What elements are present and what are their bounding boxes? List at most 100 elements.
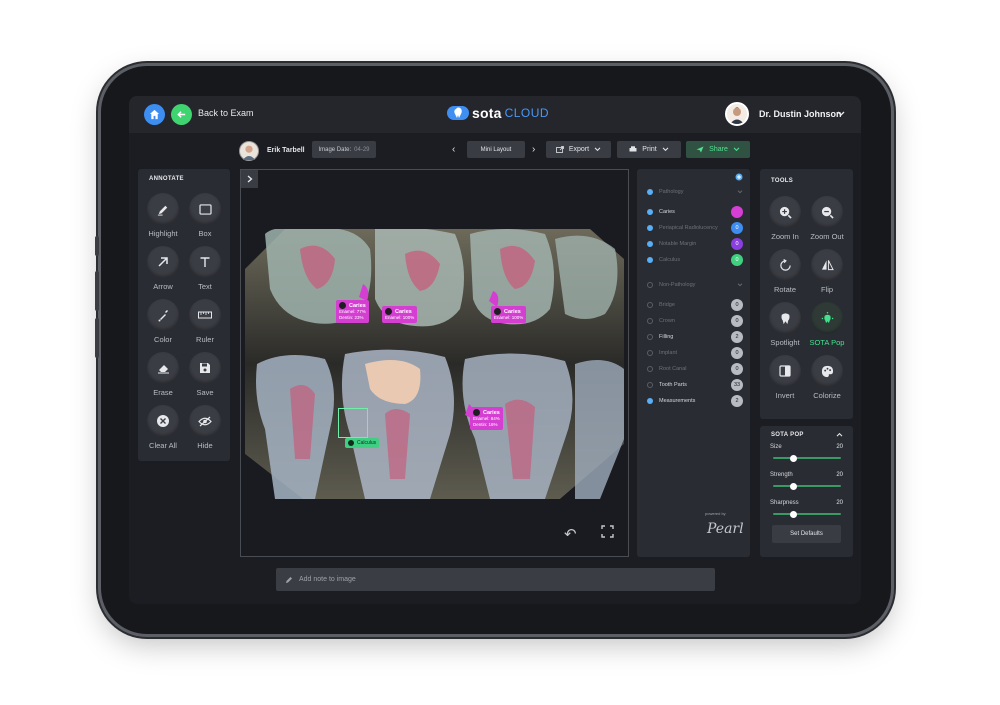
pathology-item[interactable]: Caries: [647, 206, 743, 218]
sharpness-slider[interactable]: [773, 510, 841, 518]
non-pathology-item[interactable]: Implant 0: [647, 347, 743, 359]
spotlight-tool[interactable]: Spotlight: [764, 302, 806, 347]
non-pathology-item[interactable]: Crown 0: [647, 315, 743, 327]
home-button[interactable]: [144, 104, 165, 125]
caries-tag[interactable]: Caries Enamel: 100%: [382, 306, 418, 323]
flip-label: Flip: [820, 285, 834, 294]
logo-word-sota: sota: [472, 105, 502, 121]
ruler-label: Ruler: [196, 335, 214, 344]
caries-tag[interactable]: Caries Enamel: 77% Dentin: 23%: [336, 300, 369, 323]
dental-xray-image[interactable]: [245, 229, 624, 499]
count-badge: 0: [731, 254, 743, 266]
hide-tool[interactable]: Hide: [184, 405, 226, 450]
chevron-up-icon[interactable]: [836, 432, 843, 437]
checkbox[interactable]: [647, 382, 653, 388]
rotate-icon: [779, 258, 791, 271]
size-slider[interactable]: [773, 454, 841, 462]
non-pathology-item[interactable]: Root Canal 0: [647, 363, 743, 375]
pathology-item[interactable]: Periapical Radiolucency 0: [647, 222, 743, 234]
checkbox[interactable]: [647, 334, 653, 340]
pathology-item[interactable]: Calculus 0: [647, 254, 743, 266]
box-tool[interactable]: Box: [184, 193, 226, 238]
annotate-panel: ANNOTATE Highlight Box Arrow Text Color …: [138, 169, 230, 461]
caries-tag[interactable]: Caries Enamel: 100%: [491, 306, 527, 323]
export-button[interactable]: Export: [546, 141, 611, 158]
checkbox[interactable]: [647, 318, 653, 324]
non-pathology-item[interactable]: Measurements 2: [647, 395, 743, 407]
text-tool[interactable]: Text: [184, 246, 226, 291]
arrow-tool[interactable]: Arrow: [142, 246, 184, 291]
add-circle-icon[interactable]: [735, 173, 743, 181]
sota-pop-title: SOTA POP: [771, 432, 804, 438]
checkbox[interactable]: [647, 398, 653, 404]
ruler-tool[interactable]: Ruler: [184, 299, 226, 344]
tablet-volume-button: [95, 318, 99, 358]
checkbox[interactable]: [647, 282, 653, 288]
checkbox[interactable]: [647, 302, 653, 308]
flip-tool[interactable]: Flip: [806, 249, 848, 294]
caries-tag[interactable]: Caries Enamel: 84% Dentin: 16%: [470, 407, 503, 430]
spotlight-label: Spotlight: [770, 338, 800, 347]
slider-knob[interactable]: [790, 482, 797, 490]
chevron-down-icon: [662, 147, 669, 152]
checkbox[interactable]: [647, 241, 653, 247]
count-badge: 2: [731, 331, 743, 343]
palette-icon: [821, 365, 833, 377]
arrow-icon: [158, 257, 168, 267]
checkbox[interactable]: [647, 225, 653, 231]
invert-icon: [779, 365, 791, 377]
user-avatar[interactable]: [725, 102, 749, 126]
colorize-tool[interactable]: Colorize: [806, 355, 848, 400]
expand-panel-button[interactable]: [241, 170, 258, 188]
printer-icon: [629, 146, 637, 152]
invert-tool[interactable]: Invert: [764, 355, 806, 400]
pathology-item[interactable]: Notable Margin 0: [647, 238, 743, 250]
add-note-input[interactable]: Add note to image: [276, 568, 715, 591]
zoom-in-tool[interactable]: Zoom In: [764, 196, 806, 241]
pathology-header[interactable]: Pathology: [647, 186, 743, 198]
checkbox[interactable]: [647, 366, 653, 372]
non-pathology-item[interactable]: Filling 2: [647, 331, 743, 343]
color-label: Color: [154, 335, 172, 344]
share-button[interactable]: Share: [686, 141, 750, 158]
undo-icon[interactable]: ↶: [564, 525, 577, 543]
non-pathology-item[interactable]: Tooth Parts 33: [647, 379, 743, 391]
count-badge: 0: [731, 315, 743, 327]
caries-tag-title: Caries: [349, 302, 366, 309]
slider-knob[interactable]: [790, 510, 797, 518]
checkbox[interactable]: [647, 209, 653, 215]
checkbox[interactable]: [647, 257, 653, 263]
non-pathology-item[interactable]: Bridge 0: [647, 299, 743, 311]
prev-image-icon[interactable]: ‹: [452, 144, 455, 155]
strength-slider[interactable]: [773, 482, 841, 490]
chevron-down-icon[interactable]: [837, 111, 845, 117]
back-to-exam-label[interactable]: Back to Exam: [198, 108, 254, 118]
export-label: Export: [568, 146, 590, 153]
zoom-out-tool[interactable]: Zoom Out: [806, 196, 848, 241]
checkbox[interactable]: [647, 189, 653, 195]
checkbox[interactable]: [647, 350, 653, 356]
print-button[interactable]: Print: [617, 141, 681, 158]
erase-tool[interactable]: Erase: [142, 352, 184, 397]
save-tool[interactable]: Save: [184, 352, 226, 397]
sharpness-slider-label: Sharpness: [770, 500, 799, 506]
fullscreen-icon[interactable]: [601, 525, 614, 538]
non-pathology-header[interactable]: Non-Pathology: [647, 279, 743, 291]
clear-all-tool[interactable]: Clear All: [142, 405, 184, 450]
slider-knob[interactable]: [790, 454, 797, 462]
sota-pop-tool[interactable]: SOTA Pop: [806, 302, 848, 347]
mini-layout-button[interactable]: Mini Layout: [467, 141, 525, 158]
set-defaults-button[interactable]: Set Defaults: [772, 525, 841, 543]
highlight-tool[interactable]: Highlight: [142, 193, 184, 238]
user-name[interactable]: Dr. Dustin Johnson: [759, 109, 842, 119]
calculus-box[interactable]: [338, 408, 368, 438]
non-pathology-item-label: Root Canal: [659, 366, 687, 372]
next-image-icon[interactable]: ›: [532, 144, 535, 155]
image-viewer[interactable]: Caries Enamel: 77% Dentin: 23% Caries En…: [240, 169, 629, 557]
calculus-tag[interactable]: Calculus: [345, 438, 380, 448]
print-label: Print: [642, 146, 657, 153]
color-tool[interactable]: Color: [142, 299, 184, 344]
save-icon: [200, 363, 210, 373]
rotate-tool[interactable]: Rotate: [764, 249, 806, 294]
back-button[interactable]: [171, 104, 192, 125]
